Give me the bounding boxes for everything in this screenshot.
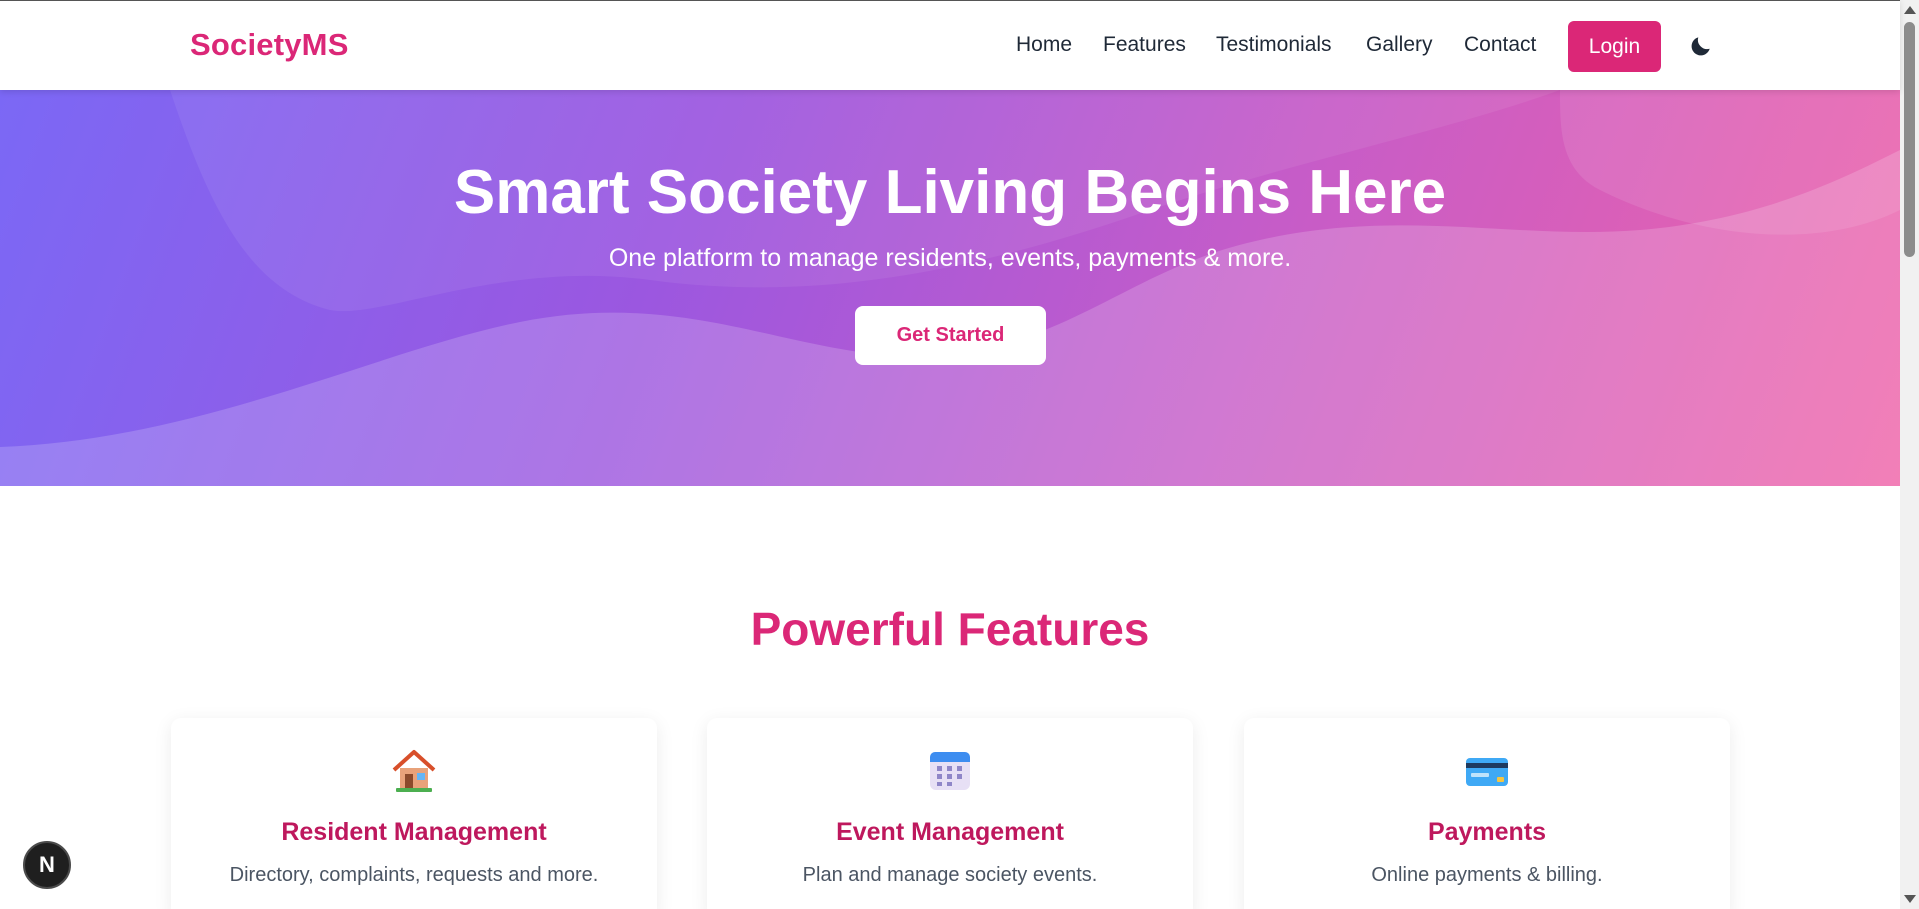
nav-testimonials[interactable]: Testimonials — [1216, 33, 1332, 57]
login-button[interactable]: Login — [1568, 21, 1661, 72]
get-started-button[interactable]: Get Started — [855, 306, 1046, 365]
brand-logo[interactable]: SocietyMS — [190, 27, 349, 63]
nav-contact[interactable]: Contact — [1464, 33, 1536, 57]
page-scrollbar[interactable] — [1900, 0, 1919, 909]
feature-card-title: Payments — [1427, 818, 1547, 846]
feature-card-description: Directory, complaints, requests and more… — [229, 864, 599, 886]
hero-wave-background — [0, 90, 1900, 486]
hero-title: Smart Society Living Begins Here — [453, 158, 1447, 227]
feature-card-event[interactable]: Event Management Plan and manage society… — [707, 718, 1193, 909]
nav-home[interactable]: Home — [1016, 33, 1072, 57]
moon-icon[interactable] — [1688, 33, 1714, 59]
scroll-down-arrow[interactable] — [1904, 895, 1916, 903]
feature-card-title: Resident Management — [281, 818, 547, 846]
feature-card-title: Event Management — [836, 818, 1064, 846]
site-header: SocietyMS Home Features Testimonials Gal… — [0, 0, 1900, 90]
scroll-up-arrow[interactable] — [1904, 6, 1916, 14]
nav-features[interactable]: Features — [1103, 33, 1186, 57]
credit-card-icon — [1244, 746, 1730, 794]
feature-card-description: Plan and manage society events. — [802, 864, 1098, 886]
house-icon — [171, 746, 657, 794]
hero-section: Smart Society Living Begins Here One pla… — [0, 90, 1900, 486]
features-heading: Powerful Features — [750, 603, 1150, 655]
hero-subtitle: One platform to manage residents, events… — [608, 244, 1292, 272]
next-dev-badge[interactable]: N — [23, 841, 71, 889]
feature-card-payments[interactable]: Payments Online payments & billing. — [1244, 718, 1730, 909]
calendar-icon — [707, 746, 1193, 794]
feature-card-resident[interactable]: Resident Management Directory, complaint… — [171, 718, 657, 909]
feature-card-description: Online payments & billing. — [1371, 864, 1603, 886]
scroll-thumb[interactable] — [1904, 22, 1915, 257]
nav-gallery[interactable]: Gallery — [1366, 33, 1433, 57]
